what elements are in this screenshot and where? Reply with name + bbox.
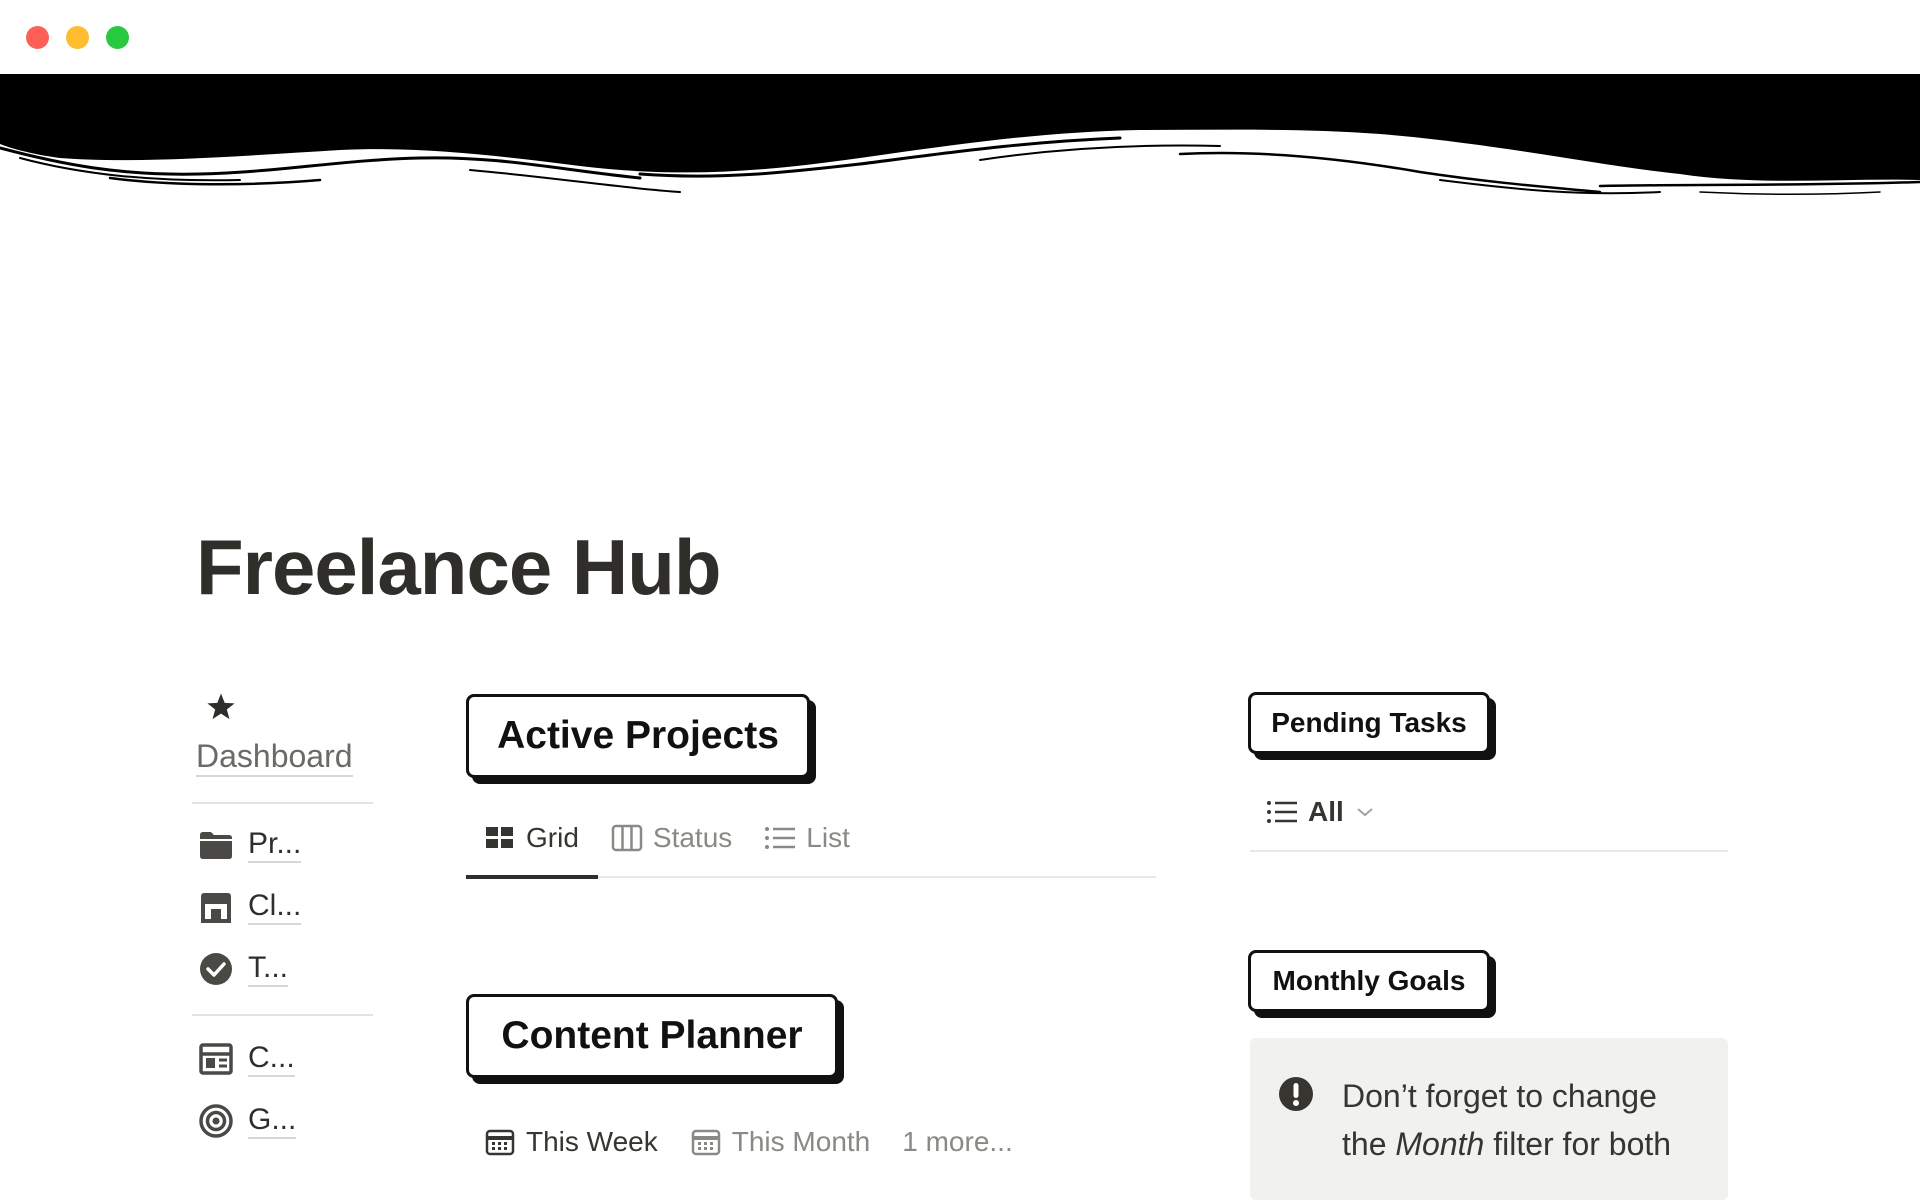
target-icon bbox=[198, 1103, 234, 1139]
tabs-divider bbox=[1250, 850, 1728, 852]
active-tab-indicator bbox=[466, 875, 598, 879]
check-circle-icon bbox=[198, 951, 234, 987]
callout-text: Don’t forget to change the Month filter … bbox=[1342, 1072, 1712, 1168]
sidebar-item-tasks[interactable]: T... bbox=[198, 946, 289, 992]
calendar-icon bbox=[690, 1126, 722, 1158]
callout-reminder: Don’t forget to change the Month filter … bbox=[1250, 1038, 1728, 1200]
page-cover-image bbox=[0, 74, 1920, 214]
callout-line: Don’t forget to change bbox=[1342, 1078, 1657, 1114]
tab-label: This Week bbox=[526, 1126, 658, 1157]
sidebar-item-projects[interactable]: Pr... bbox=[198, 822, 302, 868]
star-icon bbox=[207, 693, 235, 720]
store-icon bbox=[198, 889, 234, 925]
tab-this-week[interactable]: This Week bbox=[484, 1126, 658, 1158]
tab-list[interactable]: List bbox=[764, 822, 850, 854]
content-planner-view-tabs: This Week This Month 1 more... bbox=[484, 1126, 1013, 1158]
tab-grid[interactable]: Grid bbox=[484, 822, 579, 854]
tab-label: Status bbox=[652, 822, 733, 853]
pending-tasks-view-tabs: All bbox=[1266, 796, 1374, 828]
content-planner-heading: Content Planner bbox=[466, 994, 838, 1078]
sidebar-item-label: Cl... bbox=[248, 889, 302, 925]
sidebar-item-label: C... bbox=[248, 1041, 295, 1077]
tab-this-month[interactable]: This Month bbox=[690, 1126, 871, 1158]
grid-icon bbox=[484, 822, 516, 854]
sidebar-item-label: G... bbox=[248, 1103, 297, 1139]
sidebar-divider bbox=[192, 802, 373, 804]
sidebar-divider bbox=[192, 1014, 373, 1016]
view-selector-all[interactable]: All bbox=[1266, 796, 1374, 828]
chevron-down-icon bbox=[1356, 806, 1374, 818]
list-icon bbox=[764, 822, 796, 854]
tab-label: All bbox=[1308, 796, 1344, 827]
folder-icon bbox=[198, 827, 234, 863]
list-icon bbox=[1266, 796, 1298, 828]
sidebar-item-clients[interactable]: Cl... bbox=[198, 884, 302, 930]
sidebar-item-content[interactable]: C... bbox=[198, 1036, 295, 1082]
calendar-icon bbox=[484, 1126, 516, 1158]
sidebar-item-label: Pr... bbox=[248, 827, 302, 863]
sidebar-item-goals[interactable]: G... bbox=[198, 1098, 297, 1144]
columns-icon bbox=[611, 822, 643, 854]
tab-label: This Month bbox=[731, 1126, 871, 1157]
tab-label: List bbox=[806, 822, 850, 853]
tab-status[interactable]: Status bbox=[611, 822, 732, 854]
more-views-button[interactable]: 1 more... bbox=[902, 1126, 1012, 1158]
monthly-goals-heading: Monthly Goals bbox=[1248, 950, 1490, 1012]
pending-tasks-heading: Pending Tasks bbox=[1248, 692, 1490, 754]
callout-emphasis: Month bbox=[1395, 1126, 1485, 1162]
layout-icon bbox=[198, 1041, 234, 1077]
callout-line: the Month filter for both bbox=[1342, 1120, 1712, 1168]
sidebar-item-label: T... bbox=[248, 951, 289, 987]
page-title: Freelance Hub bbox=[196, 523, 722, 611]
sidebar-link-dashboard[interactable]: Dashboard bbox=[196, 738, 353, 777]
minimize-window-button[interactable] bbox=[66, 26, 89, 49]
active-projects-heading: Active Projects bbox=[466, 694, 810, 778]
callout-text-part: filter for both bbox=[1484, 1126, 1672, 1162]
window-titlebar bbox=[0, 0, 1920, 74]
zoom-window-button[interactable] bbox=[106, 26, 129, 49]
tab-label: Grid bbox=[526, 822, 579, 853]
close-window-button[interactable] bbox=[26, 26, 49, 49]
active-projects-view-tabs: Grid Status List bbox=[484, 822, 850, 854]
callout-text-part: the bbox=[1342, 1126, 1396, 1162]
exclamation-icon bbox=[1279, 1077, 1313, 1111]
